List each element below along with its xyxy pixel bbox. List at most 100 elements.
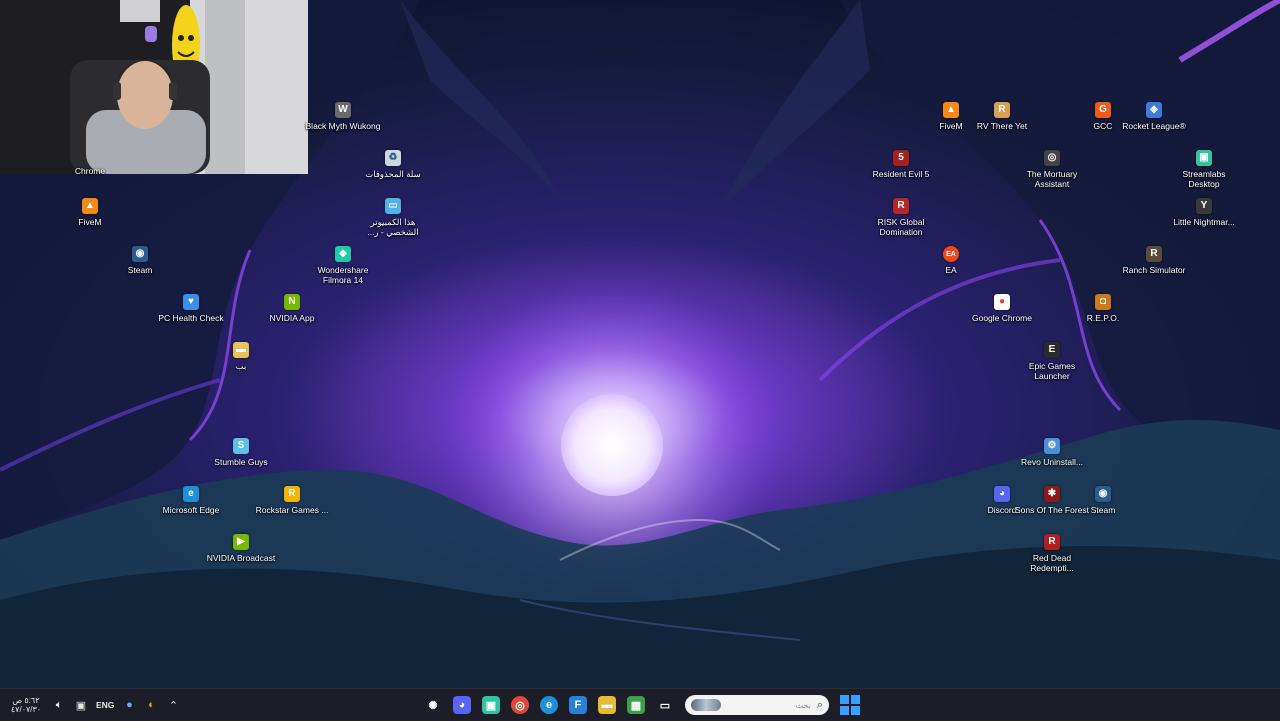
repo-icon: ◘ [1095, 294, 1111, 310]
desktop-icon-little-nightmares[interactable]: Y Little Nightmar... [1166, 198, 1242, 227]
mortuary-assistant-icon: ◎ [1044, 150, 1060, 166]
desktop-icon-label: NVIDIA Broadcast [206, 553, 276, 563]
desktop-icon-filmora[interactable]: ◆ Wondershare Filmora 14 [305, 246, 381, 285]
desktop-icon-chrome-left[interactable]: Chrome [52, 166, 128, 176]
microphone-icon[interactable]: ● [122, 699, 136, 711]
desktop-icon-rockstar-games[interactable]: R Rockstar Games ... [254, 486, 330, 515]
desktop-icon-google-chrome[interactable]: ● Google Chrome [964, 294, 1040, 323]
clock[interactable]: ٥:٦٢ ص ٤٧/٠٧/٣٠ [8, 696, 44, 714]
epic-games-icon: E [1044, 342, 1060, 358]
desktop-icon-risk[interactable]: R RISK Global Domination [863, 198, 939, 237]
desktop-icon-stumble-guys[interactable]: S Stumble Guys [203, 438, 279, 467]
desktop-icon-rocket-league[interactable]: ◈ Rocket League® [1116, 102, 1192, 131]
desktop-icon-folder-bb[interactable]: ▬ بب [203, 342, 279, 371]
streamlabs-icon[interactable]: ▣ [482, 696, 500, 714]
desktop-icon-revo-uninstaller[interactable]: ⚙ Revo Uninstall... [1014, 438, 1090, 467]
desktop-icon-black-myth-wukong[interactable]: W Black Myth Wukong [305, 102, 381, 131]
desktop-icon-nvidia-app[interactable]: N NVIDIA App [254, 294, 330, 323]
rockstar-icon: R [284, 486, 300, 502]
clock-date: ٤٧/٠٧/٣٠ [10, 705, 42, 714]
desktop-icon-label: Wondershare Filmora 14 [317, 265, 369, 285]
file-explorer-icon[interactable]: ▬ [598, 696, 616, 714]
desktop-icon-label: Steam [1090, 505, 1116, 515]
volume-icon[interactable]: 🔈︎ [52, 699, 66, 712]
desktop-icon-label: Stumble Guys [214, 457, 268, 467]
webcam-overlay [0, 0, 308, 174]
taskbar: ٥:٦٢ ص ٤٧/٠٧/٣٠ 🔈︎ ▣ ENG ● ◐ ⌃ ✺ ◕ ▣ ◎ e… [0, 688, 1280, 721]
desktop-icon-fivem-left[interactable]: ▲ FiveM [52, 198, 128, 227]
gallery-icon[interactable]: ▦ [627, 696, 645, 714]
steelseries-icon[interactable]: ✺ [424, 696, 442, 714]
chrome-icon[interactable]: ◎ [511, 696, 529, 714]
stumble-guys-icon: S [233, 438, 249, 454]
desktop-icon-label: PC Health Check [158, 313, 224, 323]
network-icon[interactable]: ▣ [74, 699, 88, 712]
sons-of-the-forest-icon: ✱ [1044, 486, 1060, 502]
desktop-icon-ea[interactable]: EA EA [913, 246, 989, 275]
desktop-icon-label: Black Myth Wukong [305, 121, 381, 131]
tray-app-icon[interactable]: ◐ [144, 699, 158, 711]
desktop-icon-label: RISK Global Domination [877, 217, 925, 237]
desktop-icon-nvidia-broadcast[interactable]: ▶ NVIDIA Broadcast [203, 534, 279, 563]
desktop-icon-repo[interactable]: ◘ R.E.P.O. [1065, 294, 1141, 323]
resident-evil-5-icon: 5 [893, 150, 909, 166]
desktop-icon-recycle-bin[interactable]: ♻ سلة المحذوفات [355, 150, 431, 179]
desktop-icon-label: FiveM [78, 217, 102, 227]
task-view-icon[interactable]: ▭ [656, 696, 674, 714]
desktop-icon-resident-evil-5[interactable]: 5 Resident Evil 5 [863, 150, 939, 179]
desktop-icon-label: Steam [127, 265, 153, 275]
desktop-icon-red-dead-redemption[interactable]: R Red Dead Redempti... [1014, 534, 1090, 573]
filmora-icon[interactable]: F [569, 696, 587, 714]
nvidia-broadcast-icon: ▶ [233, 534, 249, 550]
desktop-icon-mortuary-assistant[interactable]: ◎ The Mortuary Assistant [1014, 150, 1090, 189]
desktop-icon-ranch-simulator[interactable]: R Ranch Simulator [1116, 246, 1192, 275]
discord-icon: ◕ [994, 486, 1010, 502]
desktop-icon-label: The Mortuary Assistant [1026, 169, 1078, 189]
gcc-icon: G [1095, 102, 1111, 118]
edge-icon[interactable]: e [540, 696, 558, 714]
rocket-league-icon: ◈ [1146, 102, 1162, 118]
start-button[interactable] [840, 695, 860, 715]
desktop-icon-epic-games[interactable]: E Epic Games Launcher [1014, 342, 1090, 381]
windows-logo-tile [851, 706, 860, 715]
webcam-feed [0, 0, 308, 174]
desktop-icon-steam-left[interactable]: ◉ Steam [102, 246, 178, 275]
language-indicator[interactable]: ENG [96, 700, 114, 710]
desktop-icon-microsoft-edge[interactable]: e Microsoft Edge [153, 486, 229, 515]
system-tray: ٥:٦٢ ص ٤٧/٠٧/٣٠ 🔈︎ ▣ ENG ● ◐ ⌃ [8, 689, 180, 721]
search-highlight-image [691, 699, 721, 711]
rv-there-yet-icon: R [994, 102, 1010, 118]
risk-icon: R [893, 198, 909, 214]
red-dead-redemption-icon: R [1044, 534, 1060, 550]
desktop-icon-label: Chrome [74, 166, 106, 176]
black-myth-wukong-icon: W [335, 102, 351, 118]
desktop-icon-pc-health-check[interactable]: ♥ PC Health Check [153, 294, 229, 323]
desktop-icon-label: Ranch Simulator [1122, 265, 1186, 275]
desktop-icon-this-pc[interactable]: ▭ هذا الكمبيوتر الشخصي - ر... [355, 198, 431, 237]
desktop-icon-label: NVIDIA App [269, 313, 315, 323]
desktop-icon-rv-there-yet[interactable]: R RV There Yet [964, 102, 1040, 131]
search-placeholder: بحث [795, 700, 811, 710]
desktop-icon-label: Red Dead Redempti... [1030, 553, 1074, 573]
desktop-icon-label: Streamlabs Desktop [1182, 169, 1226, 189]
pc-health-check-icon: ♥ [183, 294, 199, 310]
windows-logo-tile [840, 706, 849, 715]
desktop-icon-label: EA [945, 265, 957, 275]
edge-icon: e [183, 486, 199, 502]
desktop-icon-label: R.E.P.O. [1086, 313, 1120, 323]
chevron-up-icon[interactable]: ⌃ [166, 699, 180, 712]
desktop-icon-label: RV There Yet [976, 121, 1028, 131]
taskbar-search[interactable]: بحث ⌕ [685, 695, 829, 715]
desktop-icon-label: Resident Evil 5 [872, 169, 930, 179]
desktop-icon-label: Google Chrome [971, 313, 1032, 323]
discord-icon[interactable]: ◕ [453, 696, 471, 714]
desktop-icon-label: Microsoft Edge [162, 505, 220, 515]
desktop-icon-label: سلة المحذوفات [365, 169, 421, 179]
windows-logo-tile [851, 695, 860, 704]
desktop-icon-steam-right[interactable]: ◉ Steam [1065, 486, 1141, 515]
steam-icon: ◉ [132, 246, 148, 262]
this-pc-icon: ▭ [385, 198, 401, 214]
desktop-icon-streamlabs[interactable]: ▣ Streamlabs Desktop [1166, 150, 1242, 189]
clock-time: ٥:٦٢ ص [12, 696, 40, 705]
revo-uninstaller-icon: ⚙ [1044, 438, 1060, 454]
